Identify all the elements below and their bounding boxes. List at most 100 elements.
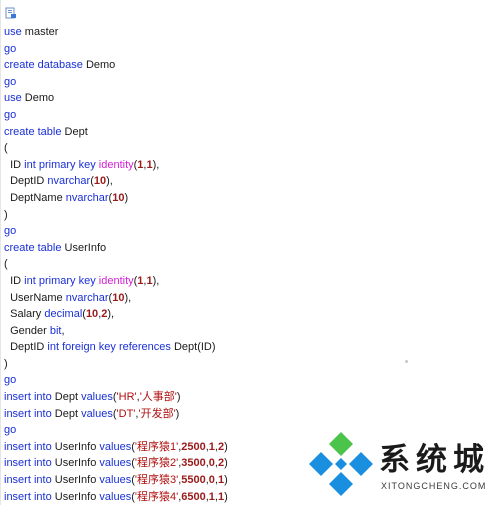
code-token: 3500 <box>181 457 206 470</box>
code-token: go <box>4 108 17 121</box>
code-token: 'DT' <box>116 407 136 420</box>
code-token: 6500 <box>181 490 206 503</box>
code-token: insert into <box>4 440 52 453</box>
code-token: 10 <box>93 175 107 188</box>
code-token: go <box>4 42 17 55</box>
code-line: insert into Dept values('DT','开发部') <box>4 406 500 423</box>
code-token: ) <box>176 391 181 404</box>
code-line: create database Demo <box>4 57 500 74</box>
code-token: use <box>4 26 22 38</box>
code-token: , <box>61 324 65 337</box>
code-token: Demo <box>21 92 55 105</box>
code-token: values <box>99 457 132 470</box>
code-token: insert into <box>4 490 52 503</box>
code-line: use master <box>4 24 500 41</box>
code-token: '人事部' <box>139 391 177 404</box>
code-token: insert into <box>4 474 52 487</box>
watermark: 系统城 XITONGCHENG.COM <box>307 430 497 498</box>
code-line: ID int primary key identity(1,1), <box>4 157 500 174</box>
code-line: ( <box>4 140 500 157</box>
code-token: create table <box>4 125 62 138</box>
code-token: decimal <box>44 308 83 321</box>
code-token: ) <box>4 357 8 370</box>
code-token: ID <box>4 274 25 287</box>
code-token: ), <box>152 158 160 171</box>
code-token: ) <box>224 490 228 503</box>
diamond-logo-icon <box>309 432 373 496</box>
code-token: Dept(ID) <box>170 341 216 354</box>
code-token: values <box>99 440 132 453</box>
stray-dot <box>405 360 408 363</box>
code-token: Gender <box>4 324 50 337</box>
code-token: bit <box>49 324 62 337</box>
code-token: ) <box>175 407 180 420</box>
code-token: int primary key <box>24 158 96 171</box>
code-token: ) <box>4 208 8 221</box>
code-line: go <box>4 74 500 91</box>
watermark-chinese-text: 系统城 <box>379 442 490 478</box>
code-token: int foreign key references <box>47 341 171 354</box>
code-line: ID int primary key identity(1,1), <box>4 273 500 290</box>
code-token: ) <box>224 474 228 487</box>
code-token: UserName <box>4 291 66 304</box>
code-line: DeptName nvarchar(10) <box>4 190 500 207</box>
code-token: identity <box>98 158 134 171</box>
code-token: 2500 <box>181 440 206 453</box>
code-token: go <box>4 225 17 238</box>
code-token: UserInfo <box>51 440 100 453</box>
code-token: 10 <box>112 291 125 304</box>
code-token: 10 <box>112 191 125 204</box>
code-token: '程序猿4' <box>134 490 179 503</box>
code-token: '程序猿1' <box>134 440 179 453</box>
code-line: insert into Dept values('HR','人事部') <box>4 389 500 406</box>
code-token: values <box>99 474 132 487</box>
code-token: values <box>99 490 132 503</box>
code-token: insert into <box>4 391 52 404</box>
code-line: ) <box>4 207 500 224</box>
code-token: use <box>4 92 22 105</box>
code-token: values <box>81 391 113 404</box>
code-line: use Demo <box>4 90 500 107</box>
code-token: nvarchar <box>65 191 109 204</box>
code-line: go <box>4 223 500 240</box>
code-token: ), <box>124 291 132 304</box>
code-token: values <box>81 407 113 420</box>
code-token: go <box>4 374 17 387</box>
code-token: ID <box>4 158 25 171</box>
code-token: UserInfo <box>51 457 100 470</box>
code-token: Dept <box>51 391 82 404</box>
code-token: identity <box>98 274 134 287</box>
code-token: UserInfo <box>51 474 100 487</box>
code-token: DeptID <box>4 175 48 188</box>
code-token: master <box>21 26 59 38</box>
code-line: UserName nvarchar(10), <box>4 290 500 307</box>
code-token: create database <box>4 59 83 72</box>
code-token: '程序猿3' <box>134 474 179 487</box>
code-token: Demo <box>82 59 116 72</box>
code-token: go <box>4 424 17 437</box>
code-token: UserInfo <box>61 241 107 254</box>
code-token: insert into <box>4 457 52 470</box>
code-token: 10 <box>85 308 99 321</box>
code-token: ), <box>152 274 160 287</box>
code-token: ) <box>224 457 228 470</box>
code-token: UserInfo <box>51 490 100 503</box>
code-line: ) <box>4 356 500 373</box>
code-token: '程序猿2' <box>134 457 179 470</box>
document-icon <box>5 6 17 19</box>
code-line: go <box>4 372 500 389</box>
code-token: ), <box>107 308 115 321</box>
code-token: go <box>4 75 17 88</box>
code-token: nvarchar <box>47 175 91 188</box>
code-token: int primary key <box>24 274 96 287</box>
code-token: nvarchar <box>65 291 109 304</box>
code-token: insert into <box>4 407 52 420</box>
code-token: 5500 <box>181 474 206 487</box>
code-token: Dept <box>51 407 82 420</box>
code-line: go <box>4 41 500 58</box>
code-line: DeptID nvarchar(10), <box>4 173 500 190</box>
code-token: create table <box>4 241 62 254</box>
code-line: DeptID int foreign key references Dept(I… <box>4 339 500 356</box>
code-line: Salary decimal(10,2), <box>4 306 500 323</box>
sql-editor[interactable]: use master go create database Demo go use De… <box>0 0 500 505</box>
